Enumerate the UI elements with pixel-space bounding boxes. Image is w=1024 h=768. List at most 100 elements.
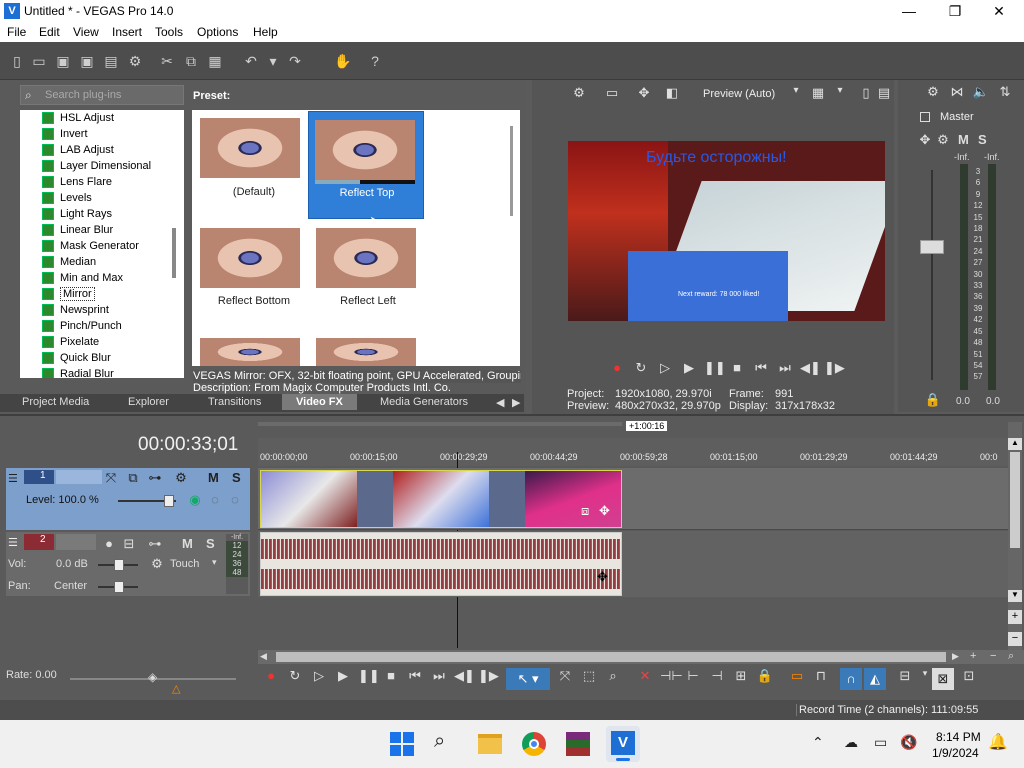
audio-track-header[interactable]: ☰ 2 ● ⊟ ⊶ M S Vol: 0.0 dB ⚙ Touch ▾ Pan:… (6, 532, 250, 596)
master-volume-fader[interactable] (920, 170, 944, 390)
ignore-grouping-icon[interactable]: ⊡ (960, 668, 978, 684)
undo-dropdown-icon[interactable]: ▾ (264, 52, 282, 70)
play-icon[interactable]: ▶ (680, 360, 698, 376)
plugin-item-selected[interactable]: Mirror (42, 286, 95, 302)
menu-file[interactable]: File (7, 25, 26, 39)
plugin-item[interactable]: Light Rays (42, 206, 112, 222)
quality-dropdown-arrow-icon[interactable]: ▾ (787, 85, 805, 96)
scroll-thumb[interactable] (1010, 452, 1020, 548)
tab-video-fx[interactable]: Video FX (282, 394, 357, 410)
paste-icon[interactable]: ▦ (206, 52, 224, 70)
video-clip[interactable]: ⧈ ✥ (260, 470, 622, 528)
zoom-out-icon[interactable]: − (1008, 632, 1022, 646)
copy-snapshot-icon[interactable]: ▯ (857, 85, 875, 101)
vegas-taskbar-icon[interactable]: V (606, 726, 640, 762)
automation-dropdown-icon[interactable]: ▾ (212, 557, 217, 568)
go-to-start-icon[interactable]: ⏮ (752, 360, 770, 376)
tab-explorer[interactable]: Explorer (128, 396, 169, 408)
save-snapshot-icon[interactable]: ▤ (875, 85, 893, 101)
new-icon[interactable]: ▯ (8, 52, 26, 70)
automation-gear-icon[interactable]: ⚙ (148, 556, 166, 572)
crop-icon[interactable]: ⧈ (581, 503, 589, 519)
external-monitor-icon[interactable]: ▭ (603, 85, 621, 101)
volume-slider[interactable] (98, 559, 138, 571)
menu-edit[interactable]: Edit (39, 25, 60, 39)
insert-region-icon[interactable]: ⊓ (812, 668, 830, 684)
next-frame-icon[interactable]: ❚▶ (478, 668, 499, 684)
trim-icon[interactable]: ⊣⊢ (660, 668, 683, 684)
lock-icon[interactable]: 🔒 (924, 392, 942, 408)
file-explorer-icon[interactable] (478, 734, 502, 754)
plugin-item[interactable]: Newsprint (42, 302, 109, 318)
timeline-ruler[interactable]: 00:00:00;00 00:00:15;00 00:00:29;29 00:0… (258, 438, 1008, 466)
pause-icon[interactable]: ❚❚ (358, 668, 380, 684)
plugin-search-box[interactable]: ⌕ Search plug-ins (20, 85, 184, 105)
go-to-end-icon[interactable]: ⏭ (776, 360, 794, 376)
edit-tool-button[interactable]: ↖ ▾ (506, 668, 550, 690)
menu-insert[interactable]: Insert (112, 25, 142, 39)
previous-frame-icon[interactable]: ◀❚ (454, 668, 475, 684)
audio-mute-button[interactable]: M (182, 536, 193, 551)
open-icon[interactable]: ▭ (30, 52, 48, 70)
play-from-start-icon[interactable]: ▷ (656, 360, 674, 376)
tree-vertical-scrollbar[interactable] (172, 228, 176, 278)
h-zoom-out-icon[interactable]: − (990, 650, 996, 662)
menu-options[interactable]: Options (197, 25, 238, 39)
plugin-item[interactable]: Layer Dimensional (42, 158, 151, 174)
tab-media-generators[interactable]: Media Generators (380, 396, 468, 408)
master-mute-button[interactable]: M (958, 132, 969, 147)
video-track-header[interactable]: ☰ 1 ⤧ ⧉ ⊶ ⚙ M S Level: 100.0 % ◉ ◌ ◌ (6, 468, 250, 530)
track-name-field[interactable] (56, 470, 102, 484)
tabs-scroll-left-icon[interactable]: ◀ (496, 396, 504, 409)
track-name-field[interactable] (56, 534, 96, 550)
plugin-item[interactable]: Pixelate (42, 334, 99, 350)
speaker-icon[interactable]: 🔈 (972, 84, 990, 100)
record-icon[interactable]: ● (262, 668, 280, 683)
master-plugin-gear-icon[interactable]: ⚙ (934, 132, 952, 148)
preset-default[interactable]: (Default) (198, 110, 310, 214)
play-icon[interactable]: ▶ (334, 668, 352, 684)
copy-icon[interactable]: ⧉ (182, 52, 200, 70)
zoom-tool-icon[interactable]: ⌕ (1008, 650, 1014, 663)
h-scroll-left-icon[interactable]: ◀ (260, 651, 267, 662)
audio-fx-icon[interactable]: ⊶ (146, 536, 164, 552)
lock-envelopes-button[interactable]: ⊠ (932, 668, 954, 690)
chevron-up-icon[interactable]: ⌃ (812, 734, 824, 751)
menu-tools[interactable]: Tools (155, 25, 183, 39)
split-icon[interactable]: ⊞ (732, 668, 750, 684)
properties-gear-icon[interactable]: ⚙ (126, 52, 144, 70)
preset-reflect-bottom[interactable]: Reflect Bottom (198, 226, 310, 330)
plugin-item[interactable]: Lens Flare (42, 174, 112, 190)
compositing-icon[interactable]: ⊶ (146, 470, 164, 486)
composite-mode-icon[interactable]: ◉ (186, 492, 204, 508)
save-icon[interactable]: ▣ (54, 52, 72, 70)
play-from-start-icon[interactable]: ▷ (310, 668, 328, 684)
loop-icon[interactable]: ↻ (632, 360, 650, 376)
chrome-icon[interactable] (522, 732, 546, 756)
plugin-item[interactable]: Mask Generator (42, 238, 139, 254)
notification-bell-icon[interactable]: 🔔 (988, 732, 1008, 752)
record-icon[interactable]: ● (608, 360, 626, 375)
track-fx-icon[interactable]: ⧉ (124, 470, 142, 486)
trim-start-icon[interactable]: ⊢ (684, 668, 702, 684)
make-compositing-child-icon[interactable]: ◌ (206, 492, 224, 507)
ripple-edit-icon[interactable]: ⊟ (896, 668, 914, 684)
go-to-start-icon[interactable]: ⏮ (406, 668, 424, 684)
h-scroll-right-icon[interactable]: ▶ (952, 651, 959, 662)
overlays-dropdown-icon[interactable]: ▾ (831, 85, 849, 96)
downmix-icon[interactable]: ⇅ (996, 84, 1014, 100)
trim-end-icon[interactable]: ⊣ (708, 668, 726, 684)
menu-help[interactable]: Help (253, 25, 278, 39)
auto-crossfade-button[interactable]: ◭ (864, 668, 886, 690)
audio-clip[interactable]: ✥ (260, 532, 622, 596)
plugin-item[interactable]: Pinch/Punch (42, 318, 122, 334)
clock-date[interactable]: 1/9/2024 (932, 746, 979, 760)
minimize-button[interactable]: — (886, 0, 932, 22)
go-to-end-icon[interactable]: ⏭ (430, 668, 448, 684)
menu-view[interactable]: View (73, 25, 99, 39)
undo-icon[interactable]: ↶ (242, 52, 260, 70)
master-solo-button[interactable]: S (978, 132, 987, 147)
render-icon[interactable]: ▤ (102, 52, 120, 70)
plugin-item[interactable]: Levels (42, 190, 92, 206)
lock-icon[interactable]: 🔒 (756, 668, 774, 684)
